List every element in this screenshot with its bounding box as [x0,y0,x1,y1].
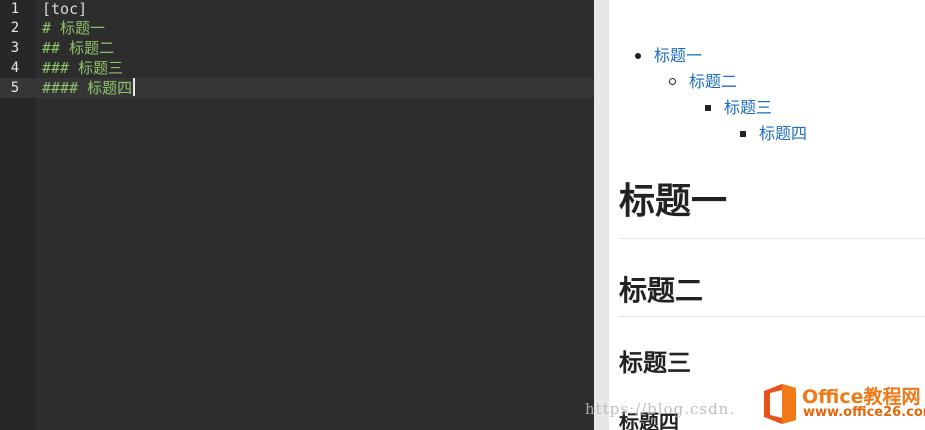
line-text: # 标题一 [42,19,106,37]
editor-line[interactable]: 2 # 标题一 [0,18,594,38]
toc-item[interactable]: 标题四 [759,124,807,144]
editor-line[interactable]: 1 [toc] [0,0,594,19]
line-number: 3 [10,40,20,56]
toc-link[interactable]: 标题四 [759,124,807,143]
heading-h2: 标题二 [619,274,704,307]
square-bullet-icon [705,105,711,111]
toc-link[interactable]: 标题三 [724,98,772,117]
editor-line[interactable]: 4 ### 标题三 [0,58,594,78]
square-bullet-icon [740,131,746,137]
heading-divider [619,238,925,239]
editor-line[interactable]: 3 ## 标题二 [0,38,594,58]
line-number: 4 [10,60,20,76]
watermark-site: www.office26.com [803,405,925,420]
toc-item[interactable]: 标题一 [654,46,702,66]
markdown-preview: 标题一 标题二 标题三 标题四 标题一 标题二 标题三 标题四 [609,0,925,430]
line-text-wrap: #### 标题四 [42,78,136,98]
heading-h1: 标题一 [619,181,728,222]
toc-item[interactable]: 标题三 [724,98,772,118]
line-text: ## 标题二 [42,39,115,57]
toc-link[interactable]: 标题二 [689,72,737,91]
line-text: ### 标题三 [42,59,124,77]
heading-divider [619,316,925,317]
circle-bullet-icon [669,78,676,85]
pane-divider[interactable] [594,0,609,430]
editor-line-active[interactable]: 5 #### 标题四 [0,78,594,98]
line-number: 1 [10,1,20,17]
toc-item[interactable]: 标题二 [689,72,737,92]
heading-h3: 标题三 [619,349,691,377]
line-text: #### 标题四 [42,79,133,97]
toc-link[interactable]: 标题一 [654,46,702,65]
markdown-editor[interactable]: 1 [toc] 2 # 标题一 3 ## 标题二 4 ### 标题三 5 ###… [0,0,594,430]
line-number: 2 [10,20,20,36]
watermark-url: https://blog.csdn. [585,400,736,418]
line-text: [toc] [42,0,88,18]
text-cursor [133,78,136,96]
disc-bullet-icon [635,53,641,59]
line-number: 5 [10,80,20,96]
